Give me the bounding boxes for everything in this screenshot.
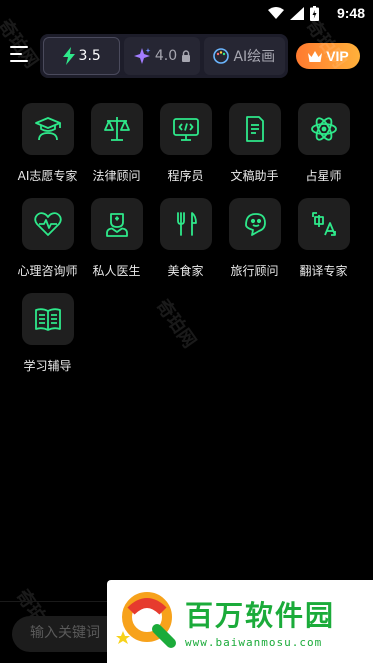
tile-label: 学习辅导 (23, 359, 72, 373)
travel-icon (228, 198, 281, 250)
tile-label: 法律顾问 (92, 169, 141, 183)
doctor-icon (90, 198, 143, 250)
crown-icon (308, 50, 323, 62)
cutlery-icon (159, 198, 212, 250)
document-icon (228, 103, 281, 155)
brand-banner: 百万软件园 www.baiwanmosu.com (107, 580, 373, 663)
model-4-0-button[interactable]: 4.0 (124, 37, 200, 75)
wifi-icon (268, 7, 284, 19)
tile-programmer[interactable]: 程序员 (151, 103, 220, 184)
tile-psychologist[interactable]: 心理咨询师 (13, 198, 82, 279)
tile-translation-expert[interactable]: 翻译专家 (289, 198, 358, 279)
tile-label: 旅行顾问 (230, 264, 279, 278)
tile-private-doctor[interactable]: 私人医生 (82, 198, 151, 279)
status-bar: 9:48 (0, 0, 373, 28)
model-3-5-label: 3.5 (78, 48, 101, 64)
lock-icon (182, 50, 191, 62)
tile-label: 私人医生 (92, 264, 141, 278)
model-4-0-label: 4.0 (154, 48, 178, 64)
signal-icon (290, 7, 304, 20)
model-selector: 3.5 4.0 AI绘画 (40, 34, 288, 78)
tile-ai-volunteer-expert[interactable]: AI志愿专家 (13, 103, 82, 184)
code-icon (159, 103, 212, 155)
atom-icon (297, 103, 350, 155)
vip-label: VIP (326, 48, 349, 64)
brand-logo-icon (116, 592, 176, 648)
menu-button[interactable] (10, 46, 34, 66)
tile-foodie[interactable]: 美食家 (151, 198, 220, 279)
ai-draw-label: AI绘画 (233, 49, 276, 65)
tile-label: 翻译专家 (299, 264, 348, 278)
status-time: 9:48 (336, 5, 365, 21)
tile-astrologer[interactable]: 占星师 (289, 103, 358, 184)
tile-label: AI志愿专家 (17, 169, 78, 183)
translate-icon (297, 198, 350, 250)
brand-name: 百万软件园 (185, 599, 336, 632)
graduate-icon (21, 103, 74, 155)
menu-icon (10, 46, 28, 48)
model-3-5-button[interactable]: 3.5 (43, 37, 121, 75)
heart-pulse-icon (21, 198, 74, 250)
top-toolbar: 3.5 4.0 AI绘画 VIP (0, 34, 373, 80)
book-icon (21, 293, 74, 345)
battery-icon (310, 6, 319, 21)
palette-icon (213, 48, 230, 64)
tile-label: 心理咨询师 (17, 264, 78, 278)
scales-icon (90, 103, 143, 155)
tile-label: 文稿助手 (230, 169, 279, 183)
tile-label: 占星师 (305, 169, 342, 183)
tile-legal-advisor[interactable]: 法律顾问 (82, 103, 151, 184)
lightning-icon (62, 47, 75, 65)
vip-button[interactable]: VIP (296, 43, 360, 69)
status-icons (268, 6, 319, 21)
tile-travel-advisor[interactable]: 旅行顾问 (220, 198, 289, 279)
tile-label: 程序员 (167, 169, 204, 183)
tile-writing-assistant[interactable]: 文稿助手 (220, 103, 289, 184)
brand-url: www.baiwanmosu.com (185, 636, 323, 649)
tile-label: 美食家 (167, 264, 204, 278)
sparkle-icon (133, 48, 151, 64)
tile-study-tutor[interactable]: 学习辅导 (13, 293, 82, 374)
assistant-grid: AI志愿专家 法律顾问 程序员 文稿助手 占星师 心理咨询师 私人医生 美食家 … (13, 103, 363, 374)
ai-draw-button[interactable]: AI绘画 (203, 37, 285, 75)
